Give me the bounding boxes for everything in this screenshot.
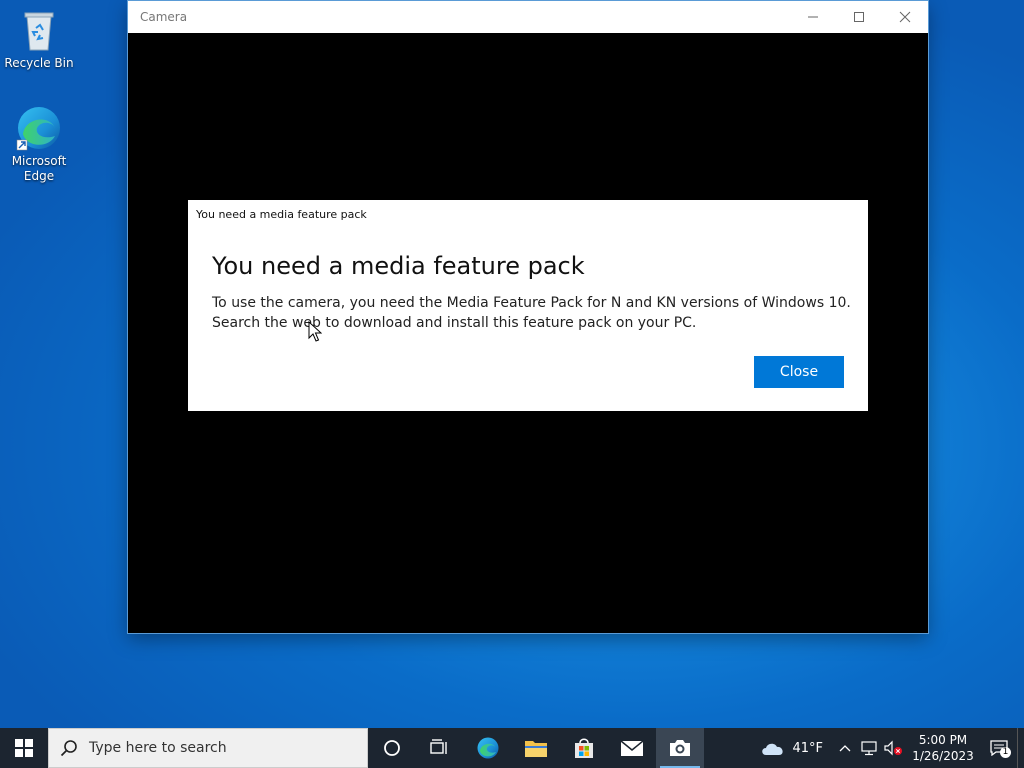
maximize-button[interactable]: [836, 1, 882, 33]
taskbar-file-explorer-button[interactable]: [512, 728, 560, 768]
notification-count-badge: 1: [1000, 747, 1011, 758]
search-icon: [49, 739, 89, 757]
folder-icon: [525, 741, 547, 757]
taskbar: Type here to search 41°F 5:00 PM 1/26/20…: [0, 728, 1024, 768]
taskbar-edge-button[interactable]: [464, 728, 512, 768]
camera-window: Camera You need a media feature pack You…: [128, 1, 928, 633]
window-title: Camera: [140, 10, 188, 24]
volume-button[interactable]: [881, 740, 905, 756]
media-feature-pack-dialog: You need a media feature pack You need a…: [188, 200, 868, 411]
minimize-button[interactable]: [790, 1, 836, 33]
task-view-button[interactable]: [416, 728, 464, 768]
taskbar-search-box[interactable]: Type here to search: [48, 728, 368, 768]
show-desktop-button[interactable]: [1017, 728, 1024, 768]
close-icon: [899, 11, 911, 23]
dialog-message-line: To use the camera, you need the Media Fe…: [212, 295, 851, 311]
desktop-icon-recycle-bin[interactable]: Recycle Bin: [3, 6, 75, 71]
dialog-heading: You need a media feature pack: [212, 252, 585, 280]
title-bar[interactable]: Camera: [128, 1, 928, 33]
volume-muted-icon: [884, 740, 902, 756]
desktop-icon-microsoft-edge[interactable]: Microsoft Edge: [3, 104, 75, 184]
dialog-close-button[interactable]: Close: [754, 356, 844, 388]
desktop-icon-label: Microsoft Edge: [11, 154, 67, 183]
recycle-bin-icon: [15, 6, 63, 54]
cloud-icon: [762, 743, 784, 755]
mouse-cursor-icon: [308, 321, 322, 342]
cortana-button[interactable]: [368, 728, 416, 768]
weather-widget[interactable]: 41°F: [760, 740, 823, 756]
dialog-window-title: You need a media feature pack: [196, 208, 367, 221]
minimize-icon: [808, 16, 818, 18]
edge-icon: [15, 104, 63, 152]
taskbar-mail-button[interactable]: [608, 728, 656, 768]
clock-time: 5:00 PM: [918, 733, 968, 747]
search-placeholder: Type here to search: [89, 740, 227, 756]
start-button[interactable]: [0, 728, 48, 768]
action-center-button[interactable]: 1: [981, 740, 1017, 758]
task-view-icon: [430, 739, 447, 754]
network-button[interactable]: [857, 740, 881, 756]
clock-date: 1/26/2023: [912, 749, 974, 763]
taskbar-clock[interactable]: 5:00 PM 1/26/2023: [905, 732, 981, 764]
network-icon: [861, 741, 877, 756]
store-icon: [575, 738, 593, 758]
system-tray: 41°F 5:00 PM 1/26/2023 1: [760, 728, 1024, 768]
chevron-up-icon: [839, 745, 851, 752]
edge-icon: [477, 737, 499, 759]
mail-icon: [620, 740, 644, 756]
cortana-icon: [384, 740, 400, 756]
show-hidden-icons-button[interactable]: [833, 744, 857, 752]
desktop-icon-label: Recycle Bin: [4, 56, 74, 70]
maximize-icon: [854, 12, 864, 22]
close-window-button[interactable]: [882, 1, 928, 33]
taskbar-store-button[interactable]: [560, 728, 608, 768]
weather-temperature: 41°F: [792, 740, 823, 756]
taskbar-camera-button[interactable]: [656, 728, 704, 768]
camera-icon: [670, 740, 690, 756]
windows-logo-icon: [15, 739, 33, 757]
